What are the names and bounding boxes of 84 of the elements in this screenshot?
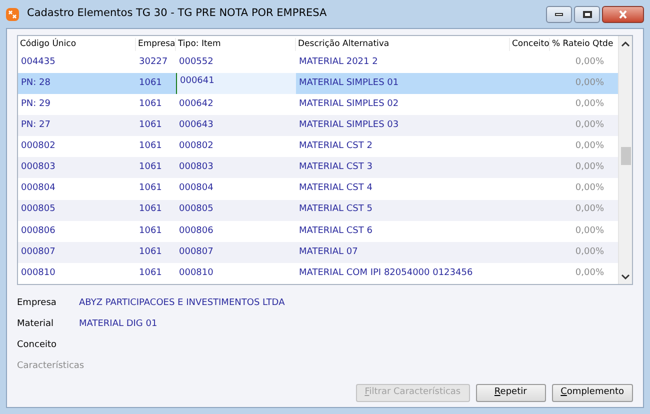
close-button[interactable]	[602, 6, 644, 22]
scroll-up-icon[interactable]	[621, 41, 630, 47]
description-cell-text: MATERIAL CST 2	[298, 140, 374, 153]
company-cell-text: 1061	[138, 118, 163, 132]
description-cell-text: MATERIAL 2021 2	[298, 56, 379, 68]
field-value: MATERIAL DIG 01	[79, 318, 158, 331]
description-cell-text: MATERIAL 07	[298, 246, 359, 259]
description-cell-text: MATERIAL CST 4	[298, 182, 374, 196]
code-cell-text: 000810	[20, 266, 56, 280]
item-cell-text: 000807	[178, 246, 214, 259]
description-cell-text: MATERIAL SIMPLES 02	[298, 98, 400, 111]
column-header[interactable]: Tipo: Item	[176, 38, 296, 51]
column-header[interactable]: Empresa	[136, 38, 176, 51]
company-cell-text: 1061	[138, 266, 163, 280]
table-row[interactable]: 000805 1061 000805 MATERIAL CST 5 0,00%	[18, 200, 618, 221]
ratio-cell-text: 0,00%	[574, 161, 605, 174]
code-cell-text: 000803	[20, 161, 56, 174]
description-cell-text: MATERIAL CST 6	[298, 224, 374, 238]
field-label: Conceito	[17, 338, 58, 352]
field-label: Empresa	[17, 296, 58, 310]
field-label: Características	[17, 360, 86, 373]
ratio-cell-text: 0,00%	[574, 56, 605, 68]
scrollbar[interactable]	[618, 36, 632, 284]
ratio-cell-text: 0,00%	[574, 118, 605, 132]
item-input-field[interactable]: 000641	[176, 72, 296, 94]
column-header[interactable]: % Rateio Qtde	[550, 38, 618, 51]
code-cell-text: PN: 29	[20, 98, 52, 111]
company-cell-text: 1061	[138, 182, 163, 196]
description-cell-text: MATERIAL CST 5	[298, 203, 374, 216]
code-cell-text: 004435	[20, 56, 56, 68]
code-cell-text: 000807	[20, 246, 56, 259]
window-title: Cadastro Elementos TG 30 - TG PRE NOTA POR EMPRESA	[27, 6, 327, 22]
company-cell-text: 1061	[138, 140, 163, 153]
ratio-cell-text: 0,00%	[574, 266, 605, 280]
ratio-cell-text: 0,00%	[574, 224, 605, 238]
ratio-cell-text: 0,00%	[574, 246, 605, 259]
company-cell-text: 1061	[138, 203, 163, 216]
app-icon	[6, 8, 19, 20]
code-cell-text: 000802	[20, 140, 56, 153]
description-cell-text: MATERIAL SIMPLES 01	[298, 76, 400, 90]
code-cell-text: PN: 27	[20, 118, 52, 132]
action-button[interactable]: Repetir	[476, 384, 546, 402]
close-icon	[618, 10, 628, 18]
item-cell-text: 000804	[178, 182, 214, 196]
maximize-button[interactable]	[574, 6, 600, 22]
description-cell-text: MATERIAL COM IPI 82054000 0123456	[298, 266, 474, 280]
company-cell-text: 1061	[138, 98, 163, 111]
field-label: Material	[17, 318, 55, 331]
table-row[interactable]: PN: 28 1061 000641 MATERIAL SIMPLES 01 0,00%	[18, 72, 618, 94]
table-row[interactable]: 000803 1061 000803 MATERIAL CST 3 0,00%	[18, 157, 618, 178]
ratio-cell-text: 0,00%	[574, 76, 605, 90]
ratio-cell-text: 0,00%	[574, 140, 605, 153]
company-cell-text: 1061	[138, 224, 163, 238]
company-cell-text: 1061	[138, 76, 163, 90]
scrollbar-thumb[interactable]	[620, 147, 630, 165]
item-cell-text: 000810	[178, 266, 214, 280]
item-cell-text: 000803	[178, 161, 214, 174]
minimize-button[interactable]	[546, 6, 572, 22]
item-cell-text: 000806	[178, 224, 214, 238]
code-cell-text: 000806	[20, 224, 56, 238]
item-cell-text: 000642	[178, 98, 214, 111]
ratio-cell-text: 0,00%	[574, 98, 605, 111]
table-row[interactable]: PN: 27 1061 000643 MATERIAL SIMPLES 03 0,00%	[18, 115, 618, 136]
item-cell-text: 000802	[178, 140, 214, 153]
column-header[interactable]: Descrição Alternativa	[296, 38, 510, 51]
item-cell-text: 000805	[178, 203, 214, 216]
field-value: ABYZ PARTICIPACOES E INVESTIMENTOS LTDA	[79, 296, 285, 310]
code-cell-text: PN: 28	[20, 76, 52, 90]
company-cell-text: 30227	[138, 56, 169, 68]
description-cell-text: MATERIAL SIMPLES 03	[298, 118, 400, 132]
company-cell-text: 1061	[138, 161, 163, 174]
company-cell-text: 1061	[138, 246, 163, 259]
action-button[interactable]: Complemento	[552, 384, 633, 402]
item-cell-text: 000552	[178, 56, 214, 68]
scroll-down-icon[interactable]	[621, 274, 630, 280]
description-cell-text: MATERIAL CST 3	[298, 161, 374, 174]
ratio-cell-text: 0,00%	[574, 182, 605, 196]
code-cell-text: 000805	[20, 203, 56, 216]
table-row[interactable]: 000807 1061 000807 MATERIAL 07 0,00%	[18, 242, 618, 263]
column-header[interactable]: Conceito	[510, 38, 550, 51]
column-header[interactable]: Código Único	[18, 38, 136, 51]
ratio-cell-text: 0,00%	[574, 203, 605, 216]
item-cell-text: 000643	[178, 118, 214, 132]
code-cell-text: 000804	[20, 182, 56, 196]
